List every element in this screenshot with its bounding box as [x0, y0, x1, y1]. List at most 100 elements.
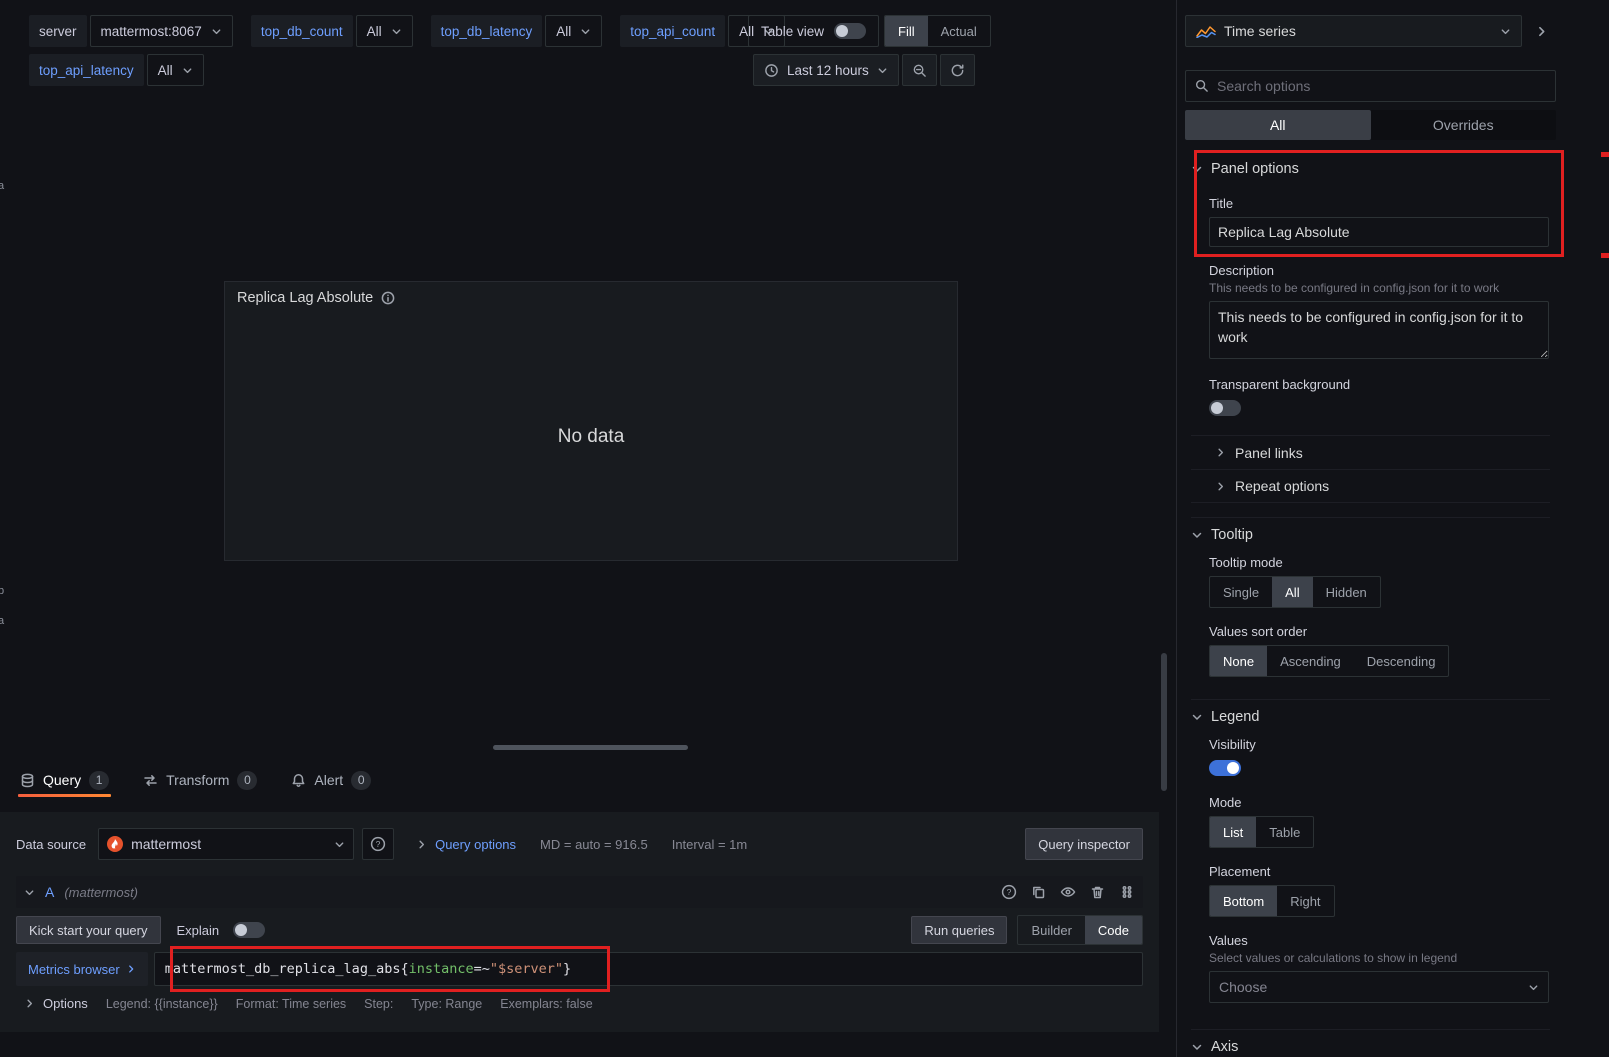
tab-overrides[interactable]: Overrides [1371, 110, 1557, 140]
explain-toggle[interactable] [233, 922, 265, 938]
sort-none[interactable]: None [1210, 646, 1267, 676]
toggle-knob [836, 25, 848, 37]
zoom-out-button[interactable] [902, 54, 937, 86]
tab-label: Transform [166, 772, 229, 788]
tooltip-mode-field: Tooltip mode Single All Hidden [1209, 555, 1550, 608]
panel-resize-handle[interactable] [493, 745, 688, 750]
variable-value-dropdown[interactable]: All [356, 15, 413, 47]
chevron-down-icon[interactable] [24, 887, 35, 898]
tooltip-mode-all[interactable]: All [1272, 577, 1312, 607]
actual-button[interactable]: Actual [928, 16, 990, 46]
tab-alert[interactable]: Alert 0 [289, 763, 373, 797]
visualization-picker[interactable]: Time series [1185, 15, 1522, 47]
legend-values-field: Values Select values or calculations to … [1209, 933, 1550, 1003]
datasource-picker[interactable]: mattermost [98, 828, 354, 860]
panel-description-textarea[interactable]: This needs to be configured in config.js… [1209, 301, 1549, 359]
variable-value-dropdown[interactable]: All [147, 54, 204, 86]
section-panel-options[interactable]: Panel options [1191, 158, 1550, 180]
variable-label: top_api_count [620, 15, 725, 47]
tooltip-mode-group: Single All Hidden [1209, 576, 1381, 608]
sort-ascending[interactable]: Ascending [1267, 646, 1354, 676]
legend-visibility-field: Visibility [1209, 737, 1550, 779]
table-view-control: Table view [748, 15, 879, 47]
placement-right[interactable]: Right [1277, 886, 1333, 916]
query-options-toggle[interactable]: Query options MD = auto = 916.5 Interval… [416, 837, 747, 852]
transparent-background-toggle[interactable] [1209, 400, 1241, 416]
query-inspector-button[interactable]: Query inspector [1025, 828, 1143, 860]
chevron-right-icon [416, 839, 427, 850]
drag-handle-icon[interactable] [1119, 884, 1135, 900]
query-editor: Data source mattermost ? Query options M… [0, 812, 1159, 1032]
promql-query-input[interactable]: mattermost_db_replica_lag_abs{instance=~… [154, 952, 1143, 986]
collapse-options-pane-button[interactable] [1526, 16, 1556, 46]
datasource-help-button[interactable]: ? [362, 828, 394, 860]
help-icon[interactable]: ? [1001, 884, 1017, 900]
options-label: Options [43, 996, 88, 1011]
metrics-browser-button[interactable]: Metrics browser [16, 952, 148, 986]
section-legend[interactable]: Legend [1191, 699, 1550, 721]
trash-icon[interactable] [1090, 885, 1105, 900]
options-search [1185, 70, 1556, 102]
tab-all-options[interactable]: All [1185, 110, 1371, 140]
repeat-options-collapsible[interactable]: Repeat options [1191, 469, 1550, 503]
placement-bottom[interactable]: Bottom [1210, 886, 1277, 916]
variables-row-2: top_api_latency All [29, 54, 204, 86]
panel-options-sidebar: Time series All Overrides Panel options [1176, 0, 1564, 1057]
query-ref-id: A [45, 884, 54, 900]
panel-title: Replica Lag Absolute [237, 290, 373, 306]
fill-button[interactable]: Fill [885, 16, 928, 46]
toggle-knob [1227, 762, 1239, 774]
tooltip-mode-single[interactable]: Single [1210, 577, 1272, 607]
legend-mode-group: List Table [1209, 816, 1314, 848]
legend-visibility-toggle[interactable] [1209, 760, 1241, 776]
legend-values-select[interactable]: Choose [1209, 971, 1549, 1003]
query-operator: =~ [474, 961, 490, 977]
chevron-right-icon[interactable] [24, 998, 35, 1009]
run-queries-button[interactable]: Run queries [911, 916, 1007, 944]
legend-placement-label: Placement [1209, 864, 1550, 879]
variable-value-text: All [158, 63, 173, 78]
time-range-label: Last 12 hours [787, 63, 869, 78]
eye-icon[interactable] [1060, 884, 1076, 900]
chevron-down-icon [182, 65, 193, 76]
legend-mode-table[interactable]: Table [1256, 817, 1313, 847]
query-toolbar: Kick start your query Explain Run querie… [16, 916, 1143, 944]
variable-value-dropdown[interactable]: mattermost:8067 [90, 15, 233, 47]
tab-query[interactable]: Query 1 [18, 763, 111, 797]
section-tooltip[interactable]: Tooltip [1191, 517, 1550, 539]
clock-icon [764, 63, 779, 78]
table-view-toggle[interactable] [834, 23, 866, 39]
zoom-out-icon [912, 63, 927, 78]
scrollbar-thumb[interactable] [1161, 653, 1167, 791]
section-axis[interactable]: Axis [1191, 1029, 1550, 1051]
section-title: Tooltip [1211, 527, 1253, 543]
copy-icon[interactable] [1031, 885, 1046, 900]
query-options-row: Options Legend: {{instance}} Format: Tim… [16, 996, 1143, 1011]
tooltip-mode-hidden[interactable]: Hidden [1313, 577, 1380, 607]
variable-top-db-count: top_db_count All [251, 15, 413, 47]
explain-label: Explain [177, 923, 220, 938]
sort-descending[interactable]: Descending [1354, 646, 1449, 676]
legend-mode-list[interactable]: List [1210, 817, 1256, 847]
panel-links-collapsible[interactable]: Panel links [1191, 435, 1550, 469]
code-button[interactable]: Code [1085, 916, 1142, 944]
query-label-name: instance [409, 961, 474, 977]
legend-values-help: Select values or calculations to show in… [1209, 951, 1550, 965]
description-label: Description [1209, 263, 1550, 278]
time-range-picker[interactable]: Last 12 hours [753, 54, 899, 86]
builder-button[interactable]: Builder [1018, 916, 1084, 944]
tab-count-badge: 0 [237, 771, 257, 790]
variable-value-dropdown[interactable]: All [545, 15, 602, 47]
refresh-button[interactable] [940, 54, 975, 86]
max-datapoints-summary: MD = auto = 916.5 [540, 837, 648, 852]
panel-title-input[interactable] [1209, 217, 1549, 247]
metrics-browser-label: Metrics browser [28, 962, 120, 977]
transform-icon [143, 773, 158, 788]
chevron-down-icon [391, 26, 402, 37]
options-search-input[interactable] [1217, 78, 1546, 94]
variable-top-api-latency: top_api_latency All [29, 54, 204, 86]
tab-count-badge: 0 [351, 771, 371, 790]
kick-start-button[interactable]: Kick start your query [16, 916, 161, 944]
tab-transform[interactable]: Transform 0 [141, 763, 259, 797]
variable-label: top_db_latency [431, 15, 543, 47]
